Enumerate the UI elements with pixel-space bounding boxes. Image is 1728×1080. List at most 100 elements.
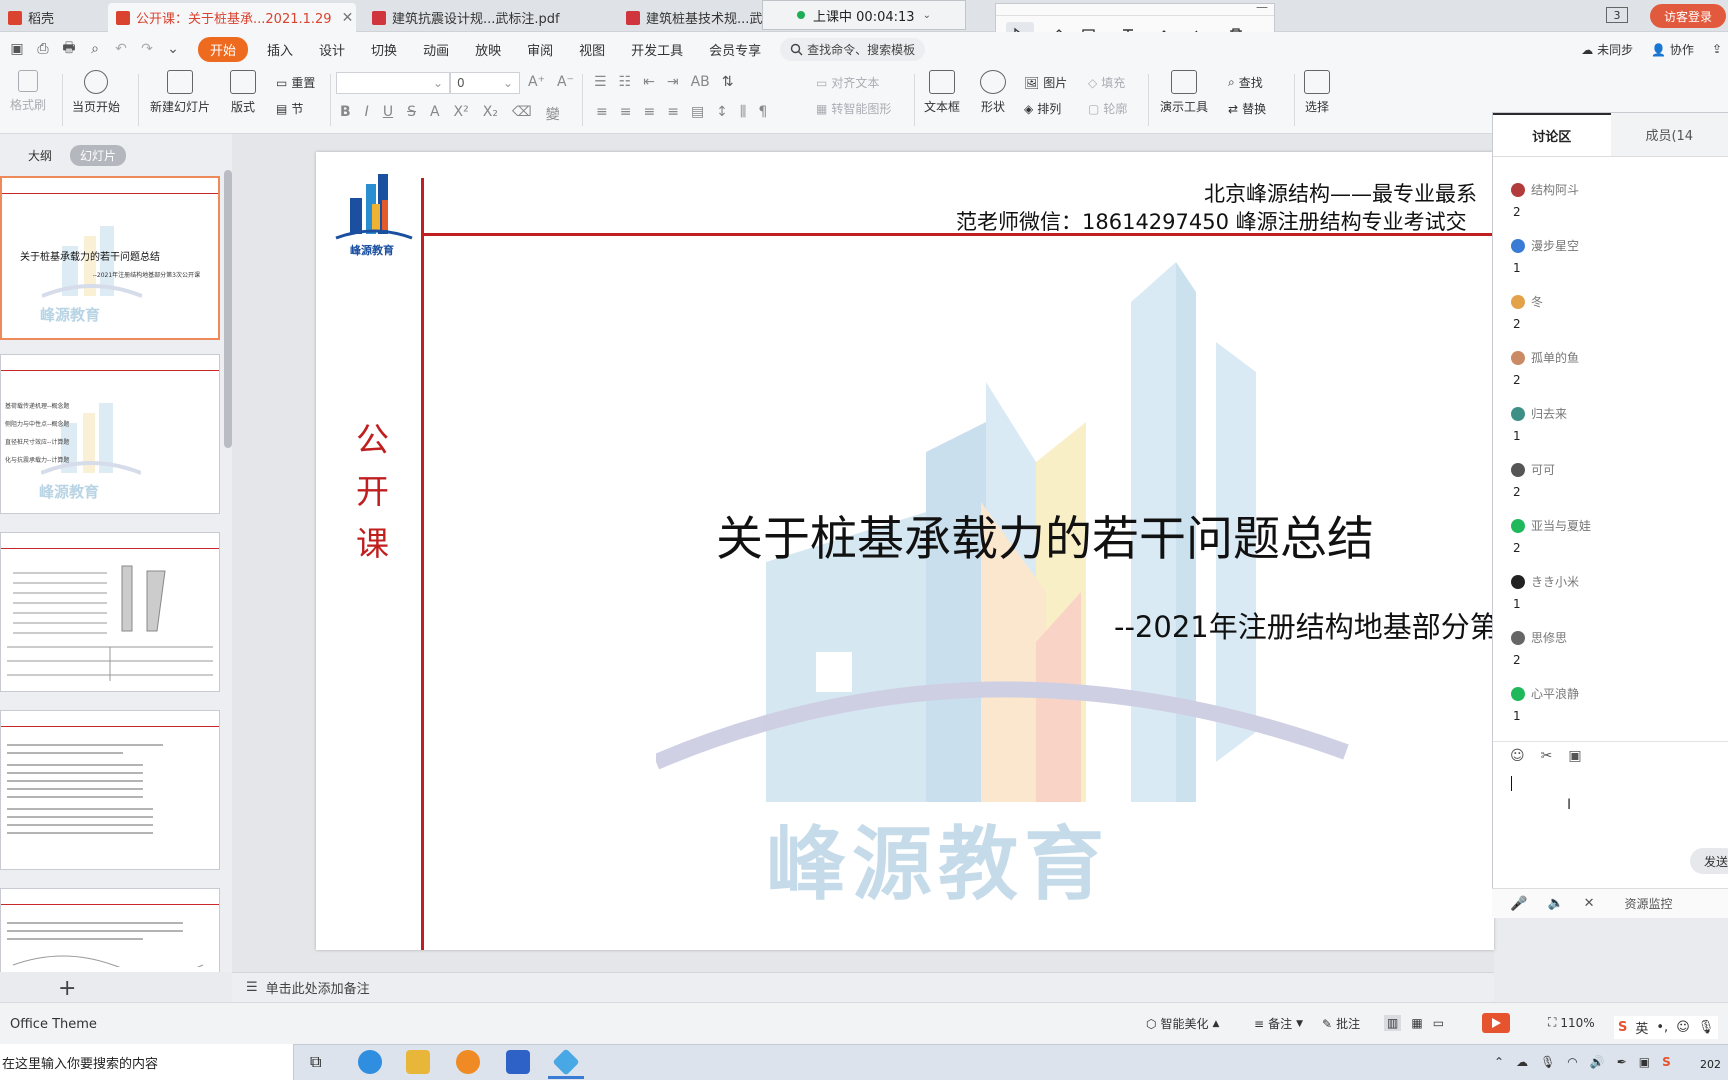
- superscript-icon[interactable]: X²: [454, 104, 469, 124]
- volume-icon[interactable]: 🔊: [1590, 1055, 1605, 1069]
- menu-animation[interactable]: 动画: [410, 40, 462, 59]
- print-preview-icon[interactable]: ⎙: [34, 40, 52, 58]
- menu-design[interactable]: 设计: [306, 40, 358, 59]
- arrange-button[interactable]: ◈ 排列: [1024, 100, 1061, 117]
- slide-subtitle[interactable]: --2021年注册结构地基部分第: [1114, 604, 1494, 646]
- undo-icon[interactable]: ↶: [112, 40, 130, 58]
- minimize-icon[interactable]: —: [1256, 0, 1268, 14]
- bullet-list-icon[interactable]: ☰: [594, 74, 607, 90]
- image-icon[interactable]: ▣: [1568, 748, 1581, 764]
- mute-icon[interactable]: ✕: [1584, 896, 1595, 911]
- font-family-select[interactable]: ⌄: [336, 72, 450, 94]
- font-shrink-icon[interactable]: A⁻: [557, 74, 574, 90]
- scissors-icon[interactable]: ✂: [1541, 748, 1553, 764]
- zoom-preview-icon[interactable]: ⌕: [86, 40, 104, 58]
- slide-thumbnail-4[interactable]: [0, 710, 220, 870]
- notes-toggle-button[interactable]: ≡ 备注 ▼: [1254, 1015, 1303, 1032]
- sync-status[interactable]: ☁ 未同步: [1581, 41, 1633, 58]
- wifi-icon[interactable]: ◠: [1567, 1055, 1577, 1069]
- slideshow-play-button[interactable]: [1482, 1013, 1510, 1033]
- edge-browser-icon[interactable]: [358, 1050, 382, 1074]
- speaker-icon[interactable]: 🔈: [1547, 896, 1563, 911]
- print-icon[interactable]: 🖶: [60, 40, 78, 58]
- resource-monitor-label[interactable]: 资源监控: [1625, 895, 1673, 912]
- tab-slides[interactable]: 幻灯片: [70, 145, 127, 166]
- numbered-list-icon[interactable]: ☷: [619, 74, 632, 90]
- sort-icon[interactable]: ⇅: [722, 74, 734, 90]
- reading-view-icon[interactable]: ▭: [1433, 1016, 1444, 1030]
- menu-member[interactable]: 会员专享: [696, 40, 774, 59]
- customize-chevron-icon[interactable]: ⌄: [164, 40, 182, 58]
- distribute-icon[interactable]: ▤: [691, 104, 704, 120]
- fill-button[interactable]: ◇ 填充: [1088, 74, 1125, 91]
- task-view-icon[interactable]: ⧉: [310, 1052, 321, 1072]
- play-from-current-button[interactable]: 当页开始: [72, 70, 120, 115]
- tab-pdf-seismic[interactable]: 建筑抗震设计规...武标注.pdf: [364, 3, 614, 32]
- format-painter-button[interactable]: 格式刷: [10, 70, 46, 113]
- sogou-icon[interactable]: S: [1662, 1055, 1671, 1069]
- underline-icon[interactable]: U: [383, 104, 393, 124]
- tab-presentation[interactable]: 公开课：关于桩基承...2021.1.29 ✕: [108, 3, 356, 32]
- new-slide-button[interactable]: 新建幻灯片: [150, 70, 210, 115]
- visitor-login-button[interactable]: 访客登录: [1650, 4, 1726, 28]
- notes-bar[interactable]: ☰ 单击此处添加备注: [232, 972, 1494, 1002]
- clear-format-icon[interactable]: ⌫: [512, 104, 532, 124]
- emoji-icon[interactable]: ☺: [1510, 748, 1525, 764]
- slide-sorter-icon[interactable]: ▦: [1411, 1016, 1422, 1030]
- microphone-icon[interactable]: 🎤: [1510, 896, 1527, 912]
- tab-outline[interactable]: 大纲: [18, 145, 62, 166]
- line-spacing-icon[interactable]: ↕: [716, 104, 728, 120]
- convert-smartart-button[interactable]: ▦ 转智能图形: [816, 100, 891, 117]
- font-grow-icon[interactable]: A⁺: [528, 74, 545, 90]
- tab-pdf-pile[interactable]: 建筑桩基技术规...武标: [618, 3, 762, 32]
- zoom-control[interactable]: ⛶ 110%: [1548, 1015, 1595, 1030]
- menu-home[interactable]: 开始: [198, 36, 249, 62]
- send-button[interactable]: 发送: [1690, 848, 1728, 874]
- share-icon[interactable]: ⇪: [1712, 42, 1722, 56]
- align-left-icon[interactable]: ≡: [596, 104, 608, 120]
- normal-view-icon[interactable]: ▥: [1384, 1015, 1402, 1031]
- chevron-up-icon[interactable]: ⌃: [1494, 1055, 1504, 1069]
- slide-thumbnail-1[interactable]: 关于桩基承载力的若干问题总结 --2021年注册结构地基部分第3次公开课 峰源教…: [0, 176, 220, 340]
- tab-docer[interactable]: 稻壳: [0, 3, 100, 32]
- tab-discussion[interactable]: 讨论区: [1493, 113, 1611, 156]
- pen-icon[interactable]: ✒: [1617, 1055, 1627, 1069]
- window-count-badge[interactable]: 3: [1606, 7, 1628, 23]
- layout-button[interactable]: 版式: [230, 70, 256, 115]
- phonetic-icon[interactable]: 變: [546, 104, 560, 124]
- command-search-box[interactable]: 查找命令、搜索模板: [780, 37, 926, 61]
- replace-button[interactable]: ⇄ 替换: [1228, 100, 1266, 117]
- align-center-icon[interactable]: ≡: [620, 104, 632, 120]
- strikethrough-icon[interactable]: S: [407, 104, 416, 124]
- reset-button[interactable]: ▭ 重置: [276, 74, 315, 91]
- menu-view[interactable]: 视图: [566, 40, 618, 59]
- indent-icon[interactable]: ⇥: [667, 74, 679, 90]
- taskbar-search-box[interactable]: 在这里输入你要搜索的内容: [0, 1044, 294, 1080]
- menu-slideshow[interactable]: 放映: [462, 40, 514, 59]
- menu-review[interactable]: 审阅: [514, 40, 566, 59]
- file-explorer-icon[interactable]: [406, 1050, 430, 1074]
- presentation-tools-button[interactable]: 演示工具: [1160, 70, 1208, 115]
- section-button[interactable]: ▤ 节: [276, 100, 303, 117]
- find-button[interactable]: ⌕ 查找: [1228, 74, 1263, 91]
- menu-insert[interactable]: 插入: [254, 40, 306, 59]
- comments-button[interactable]: ✎ 批注: [1322, 1015, 1360, 1032]
- ime-toolbar[interactable]: S 英 •, ☺ 🎙: [1614, 1016, 1719, 1039]
- font-color-icon[interactable]: A: [430, 104, 440, 124]
- paragraph-icon[interactable]: ¶: [758, 104, 767, 120]
- tab-members[interactable]: 成员(14: [1611, 113, 1728, 156]
- cloud-icon[interactable]: ☁: [1516, 1055, 1528, 1069]
- wps-writer-icon[interactable]: [506, 1050, 530, 1074]
- bold-icon[interactable]: B: [340, 104, 351, 124]
- thumbnail-scrollbar[interactable]: [224, 170, 232, 448]
- slide-thumbnail-5[interactable]: [0, 888, 220, 972]
- outline-button[interactable]: ▢ 轮廓: [1088, 100, 1127, 117]
- current-slide[interactable]: 峰源教育 北京峰源结构——最专业最系 范老师微信：18614297450 峰源注…: [316, 152, 1494, 950]
- microphone-icon[interactable]: 🎙: [1540, 1055, 1555, 1069]
- italic-icon[interactable]: I: [365, 104, 369, 124]
- menu-developer[interactable]: 开发工具: [618, 40, 696, 59]
- column-icon[interactable]: ⫼: [740, 104, 746, 120]
- justify-icon[interactable]: ≡: [667, 104, 679, 120]
- align-text-button[interactable]: ▭ 对齐文本: [816, 74, 879, 91]
- subscript-icon[interactable]: X₂: [483, 104, 498, 124]
